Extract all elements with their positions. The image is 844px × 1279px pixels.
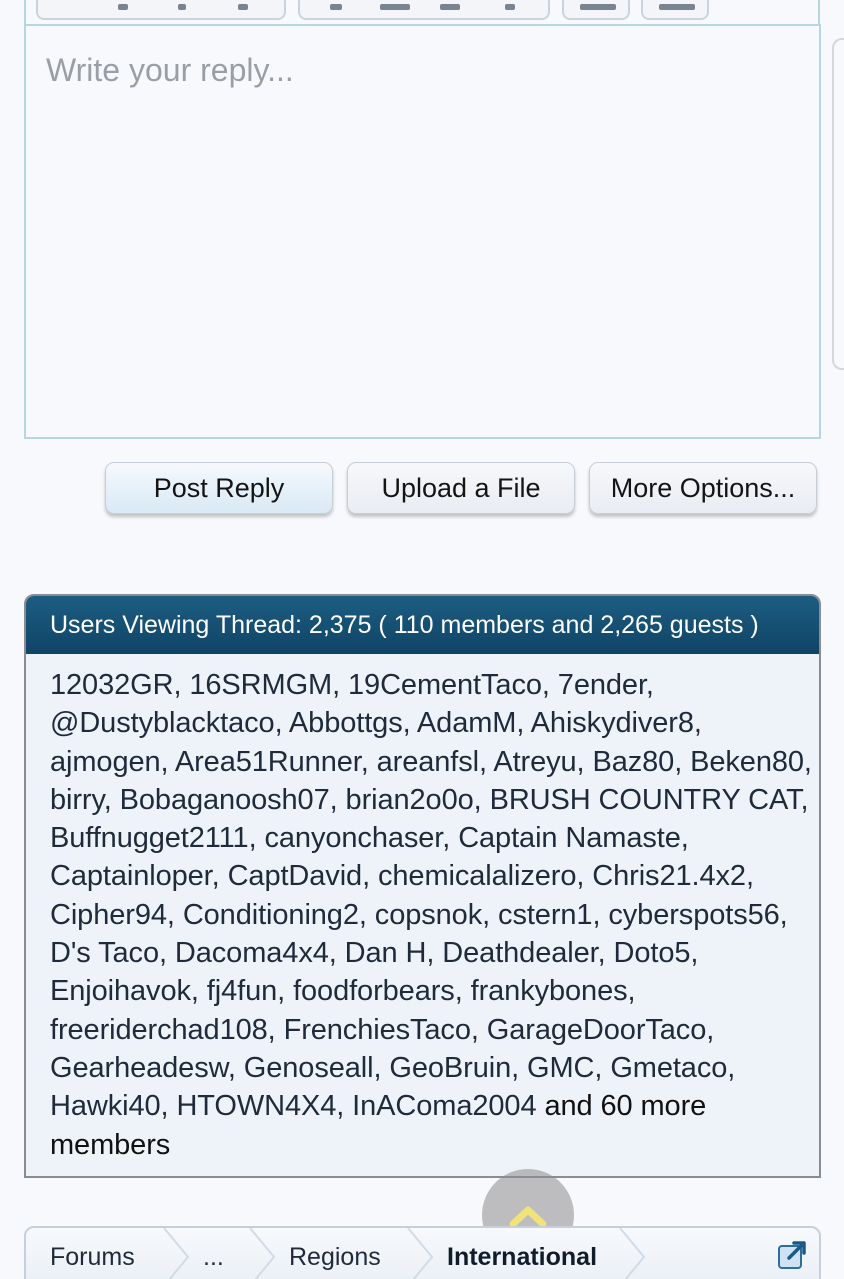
side-panel-handle[interactable]	[832, 38, 844, 370]
member-link[interactable]: CaptDavid	[228, 860, 363, 892]
breadcrumb-item-forums[interactable]: Forums	[50, 1228, 135, 1279]
member-link[interactable]: frankybones	[471, 975, 628, 1007]
member-link[interactable]: Cipher94	[50, 899, 167, 931]
member-link[interactable]: copsnok	[375, 899, 482, 931]
member-link[interactable]: cyberspots56	[608, 899, 779, 931]
member-link[interactable]: Deathdealer	[442, 937, 597, 969]
member-link[interactable]: 16SRMGM	[189, 669, 332, 701]
member-link[interactable]: Gmetaco	[610, 1052, 727, 1084]
users-viewing-count: Users Viewing Thread: 2,375 ( 110 member…	[50, 610, 759, 639]
breadcrumb-item-ellipsis[interactable]: ...	[203, 1228, 224, 1279]
member-link[interactable]: Dan H	[345, 937, 427, 969]
member-link[interactable]: Captain Namaste	[458, 822, 681, 854]
member-link[interactable]: Doto5	[614, 937, 691, 969]
member-link[interactable]: canyonchaser	[265, 822, 443, 854]
member-link[interactable]: 12032GR	[50, 669, 174, 701]
member-list: 12032GR, 16SRMGM, 19CementTaco, 7ender, …	[50, 669, 812, 1161]
member-link[interactable]: Area51Runner	[175, 746, 361, 778]
member-link[interactable]: chemicalalizero	[378, 860, 576, 892]
post-reply-button[interactable]: Post Reply	[105, 462, 333, 514]
member-link[interactable]: AdamM	[417, 707, 517, 739]
member-link[interactable]: Dacoma4x4	[175, 937, 329, 969]
member-link[interactable]: Ahiskydiver8	[531, 707, 694, 739]
member-link[interactable]: fj4fun	[207, 975, 277, 1007]
member-link[interactable]: foodforbears	[293, 975, 455, 1007]
member-link[interactable]: D's Taco	[50, 937, 159, 969]
breadcrumb-separator-icon	[619, 1228, 646, 1279]
toolbar-group-format[interactable]	[36, 0, 286, 20]
member-link[interactable]: GeoBruin	[389, 1052, 511, 1084]
reply-editor	[24, 24, 821, 439]
breadcrumb-separator-icon	[163, 1228, 190, 1279]
member-link[interactable]: BRUSH COUNTRY CAT	[490, 784, 801, 816]
toolbar-button-undo[interactable]	[562, 0, 630, 20]
member-link[interactable]: freeriderchad108	[50, 1014, 268, 1046]
member-link[interactable]: GMC	[527, 1052, 594, 1084]
toolbar-group-insert[interactable]	[298, 0, 550, 20]
member-link[interactable]: @Dustyblacktaco	[50, 707, 275, 739]
users-viewing-panel: Users Viewing Thread: 2,375 ( 110 member…	[24, 594, 821, 1178]
reply-textarea[interactable]	[26, 26, 819, 437]
member-link[interactable]: 7ender	[558, 669, 646, 701]
upload-file-button[interactable]: Upload a File	[347, 462, 575, 514]
breadcrumb-item-current[interactable]: International	[447, 1228, 597, 1279]
member-link[interactable]: InAComa2004	[352, 1090, 536, 1122]
more-options-button[interactable]: More Options...	[589, 462, 817, 514]
member-link[interactable]: GarageDoorTaco	[487, 1014, 707, 1046]
member-link[interactable]: FrenchiesTaco	[284, 1014, 471, 1046]
member-link[interactable]: Bobaganoosh07	[120, 784, 330, 816]
toolbar-button-redo[interactable]	[641, 0, 709, 20]
member-link[interactable]: Buffnugget2111	[50, 822, 249, 854]
member-link[interactable]: Genoseall	[244, 1052, 374, 1084]
chevron-up-icon	[509, 1206, 547, 1228]
users-viewing-header: Users Viewing Thread: 2,375 ( 110 member…	[26, 596, 819, 654]
breadcrumb-separator-icon	[407, 1228, 434, 1279]
member-link[interactable]: cstern1	[498, 899, 593, 931]
breadcrumb: Forums ... Regions International	[24, 1226, 821, 1279]
member-link[interactable]: Captainloper	[50, 860, 212, 892]
member-link[interactable]: Conditioning2	[183, 899, 359, 931]
member-link[interactable]: Baz80	[592, 746, 674, 778]
member-link[interactable]: 19CementTaco	[348, 669, 542, 701]
member-link[interactable]: ajmogen	[50, 746, 161, 778]
external-link-icon[interactable]	[777, 1240, 807, 1270]
member-link[interactable]: Gearheadesw	[50, 1052, 228, 1084]
member-link[interactable]: Abbottgs	[289, 707, 403, 739]
member-link[interactable]: Enjoihavok	[50, 975, 191, 1007]
member-link[interactable]: Chris21.4x2	[592, 860, 746, 892]
breadcrumb-separator-icon	[249, 1228, 276, 1279]
member-link[interactable]: Atreyu	[493, 746, 576, 778]
reply-page: Post Reply Upload a File More Options...…	[0, 0, 844, 1279]
breadcrumb-item-regions[interactable]: Regions	[289, 1228, 381, 1279]
member-link[interactable]: birry	[50, 784, 104, 816]
member-link[interactable]: HTOWN4X4	[176, 1090, 336, 1122]
member-link[interactable]: Hawki40	[50, 1090, 161, 1122]
member-link[interactable]: Beken80	[690, 746, 804, 778]
member-link[interactable]: brian2o0o	[346, 784, 474, 816]
member-link[interactable]: areanfsl	[377, 746, 479, 778]
